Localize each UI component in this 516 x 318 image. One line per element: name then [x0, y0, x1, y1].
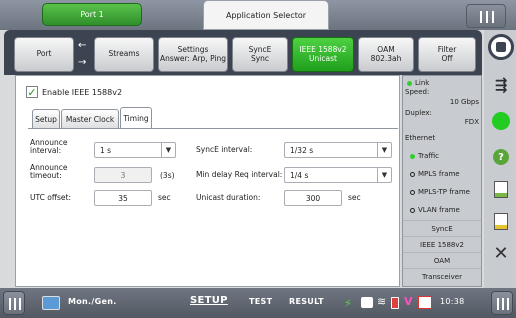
- utc-offset-input[interactable]: 35: [94, 190, 152, 206]
- announce-timeout-label: Announce timeout:: [30, 163, 68, 181]
- ieee-1588v2-panel: ✓ Enable IEEE 1588v2 Setup Master Clock …: [15, 75, 400, 287]
- link-label: Link: [415, 79, 430, 87]
- traffic-led-icon: [410, 153, 415, 159]
- report-icon: [494, 180, 508, 198]
- announce-timeout-field: 3: [94, 167, 152, 183]
- side-toolbar: ⇶ ? ✕: [484, 30, 516, 288]
- mpls-led-icon: [410, 171, 415, 177]
- bottom-bar: Mon./Gen. SETUP TEST RESULT ⚡ ≋ V 10:38: [0, 288, 516, 318]
- synce-interval-select[interactable]: 1/32 s ▼: [284, 142, 392, 158]
- setup-tab[interactable]: SETUP: [190, 295, 228, 306]
- test-tab[interactable]: TEST: [249, 297, 272, 306]
- status-panel: Link Speed: 10 Gbps Duplex: FDX Ethernet…: [402, 75, 482, 287]
- tab-port[interactable]: Port: [14, 37, 74, 72]
- wifi-icon: ≋: [377, 295, 387, 308]
- synce-interval-value: 1/32 s: [290, 145, 314, 155]
- status-traffic[interactable]: Traffic: [403, 148, 481, 164]
- unicast-duration-input[interactable]: 300: [284, 190, 342, 206]
- v-status-icon: V: [404, 295, 413, 308]
- menu-grip-icon[interactable]: [466, 4, 506, 28]
- application-selector-button[interactable]: Application Selector: [203, 0, 329, 30]
- link-status: Link: [407, 79, 485, 87]
- help-button[interactable]: ?: [490, 146, 512, 168]
- status-mpls[interactable]: MPLS frame: [403, 166, 481, 182]
- stop-icon: [496, 42, 506, 52]
- title-bar: Port 1 Application Selector: [0, 0, 516, 30]
- status-vlan[interactable]: VLAN frame: [403, 202, 481, 218]
- announce-interval-select[interactable]: 1 s ▼: [94, 142, 176, 158]
- mpls-tp-led-icon: [410, 189, 415, 195]
- duplex-value: FDX: [464, 118, 479, 126]
- screen-icon: [361, 297, 373, 308]
- close-icon[interactable]: ✕: [490, 242, 512, 264]
- utc-offset-label: UTC offset:: [30, 193, 71, 202]
- mpls-tp-label: MPLS-TP frame: [418, 188, 470, 196]
- status-transceiver[interactable]: Transceiver: [403, 268, 481, 284]
- checkbox-checked-icon[interactable]: ✓: [26, 86, 38, 98]
- clock-time: 10:38: [440, 297, 465, 306]
- port-tab[interactable]: Port 1: [42, 3, 142, 26]
- min-delay-value: 1/4 s: [290, 170, 309, 180]
- help-icon: ?: [493, 149, 509, 165]
- duplex-label: Duplex:: [405, 109, 432, 117]
- ethernet-label: Ethernet: [405, 134, 436, 142]
- left-grip-icon[interactable]: [3, 291, 25, 315]
- record-button[interactable]: [488, 34, 514, 60]
- alarm-icon: [418, 296, 432, 309]
- tab-filter[interactable]: Filter Off: [418, 37, 476, 72]
- mon-gen-icon: [42, 296, 60, 310]
- status-mpls-tp[interactable]: MPLS-TP frame: [403, 184, 481, 200]
- enable-ieee-checkbox-row[interactable]: ✓ Enable IEEE 1588v2: [26, 86, 122, 98]
- status-led-button[interactable]: [490, 110, 512, 132]
- min-delay-label: Min delay Req interval:: [196, 170, 283, 179]
- unicast-duration-unit: sec: [348, 193, 361, 202]
- announce-interval-label: Announce interval:: [30, 138, 68, 156]
- announce-interval-value: 1 s: [100, 145, 112, 155]
- announce-timeout-unit: (3s): [160, 171, 175, 180]
- timing-settings: Announce interval: 1 s ▼ Announce timeou…: [28, 128, 398, 268]
- arrow-left-icon: ←: [78, 40, 87, 51]
- mon-gen-label[interactable]: Mon./Gen.: [68, 297, 117, 306]
- tab-settings[interactable]: Settings Answer: Arp, Ping: [158, 37, 228, 72]
- result-tab[interactable]: RESULT: [289, 297, 324, 306]
- traffic-label: Traffic: [418, 152, 440, 160]
- synce-interval-label: SyncE interval:: [196, 145, 253, 154]
- edit-report-button[interactable]: [490, 210, 512, 232]
- speed-value: 10 Gbps: [449, 98, 479, 106]
- chevron-down-icon: ▼: [377, 143, 391, 157]
- status-oam[interactable]: OAM: [403, 252, 481, 268]
- link-led-icon: [407, 80, 412, 86]
- chevron-down-icon: ▼: [161, 143, 175, 157]
- subtab-setup[interactable]: Setup: [32, 109, 60, 129]
- tab-oam[interactable]: OAM 802.3ah: [358, 37, 414, 72]
- unicast-duration-label: Unicast duration:: [196, 193, 261, 202]
- tab-streams[interactable]: Streams: [94, 37, 154, 72]
- battery-icon: [391, 297, 399, 309]
- min-delay-select[interactable]: 1/4 s ▼: [284, 167, 392, 183]
- enable-ieee-label: Enable IEEE 1588v2: [42, 87, 123, 97]
- vlan-led-icon: [410, 207, 415, 213]
- speed-label: Speed:: [405, 88, 430, 96]
- tab-strip: Port ← → Streams Settings Answer: Arp, P…: [4, 30, 482, 75]
- report-button[interactable]: [490, 178, 512, 200]
- status-synce[interactable]: SyncE: [403, 220, 481, 236]
- arrow-right-icon: →: [78, 57, 87, 68]
- subtab-master-clock[interactable]: Master Clock: [61, 109, 119, 129]
- edit-report-icon: [494, 212, 508, 230]
- green-led-icon: [492, 112, 510, 130]
- tab-synce[interactable]: SyncE Sync: [232, 37, 288, 72]
- chevron-down-icon: ▼: [377, 168, 391, 182]
- mpls-label: MPLS frame: [418, 170, 460, 178]
- power-icon: ⚡: [344, 297, 352, 310]
- vlan-label: VLAN frame: [418, 206, 460, 214]
- utc-offset-unit: sec: [158, 193, 171, 202]
- right-grip-icon[interactable]: [491, 291, 513, 315]
- tab-ieee-1588v2[interactable]: IEEE 1588v2 Unicast: [292, 37, 354, 72]
- status-ieee-1588v2[interactable]: IEEE 1588v2: [403, 236, 481, 252]
- subtab-timing[interactable]: Timing: [120, 107, 152, 129]
- run-test-icon[interactable]: ⇶: [490, 74, 512, 96]
